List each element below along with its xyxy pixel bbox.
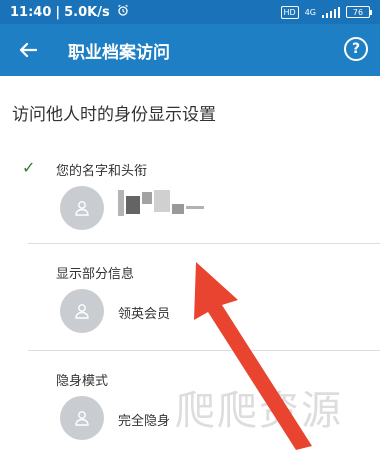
redacted-name <box>118 190 208 220</box>
option-partial-info[interactable]: 显示部分信息 领英会员 <box>0 255 380 345</box>
page-title: 职业档案访问 <box>68 42 170 63</box>
avatar <box>60 289 104 333</box>
signal-icon <box>322 6 340 18</box>
alarm-icon <box>117 4 129 20</box>
divider <box>28 243 380 244</box>
status-speed: 5.0K/s <box>64 4 110 20</box>
option-label: 隐身模式 <box>56 374 109 389</box>
help-icon[interactable]: ? <box>344 37 368 61</box>
status-bar: 11:40 | 5.0K/s HD 4G 76 <box>0 0 380 24</box>
option-name-and-title[interactable]: ✓ 您的名字和头衔 <box>0 150 380 245</box>
battery-level: 76 <box>352 7 364 17</box>
watermark: 爬爬资源 <box>175 388 343 434</box>
section-title: 访问他人时的身份显示设置 <box>12 105 216 125</box>
divider <box>28 350 380 351</box>
avatar <box>60 186 104 230</box>
network-label: 4G <box>304 7 316 17</box>
check-icon: ✓ <box>22 158 36 177</box>
avatar <box>60 396 104 440</box>
option-value: 完全隐身 <box>118 414 171 429</box>
status-time: 11:40 <box>10 4 52 20</box>
app-bar: 职业档案访问 ? <box>0 24 380 76</box>
status-left: 11:40 | 5.0K/s <box>10 4 129 20</box>
status-sep: | <box>55 4 61 20</box>
battery-icon: 76 <box>346 6 372 18</box>
status-right: HD 4G 76 <box>280 5 372 19</box>
hd-icon: HD <box>280 5 299 19</box>
option-value: 领英会员 <box>118 307 171 322</box>
option-label: 显示部分信息 <box>56 267 135 282</box>
back-arrow-icon[interactable] <box>0 24 56 76</box>
help-glyph: ? <box>351 41 361 57</box>
option-label: 您的名字和头衔 <box>56 164 148 179</box>
